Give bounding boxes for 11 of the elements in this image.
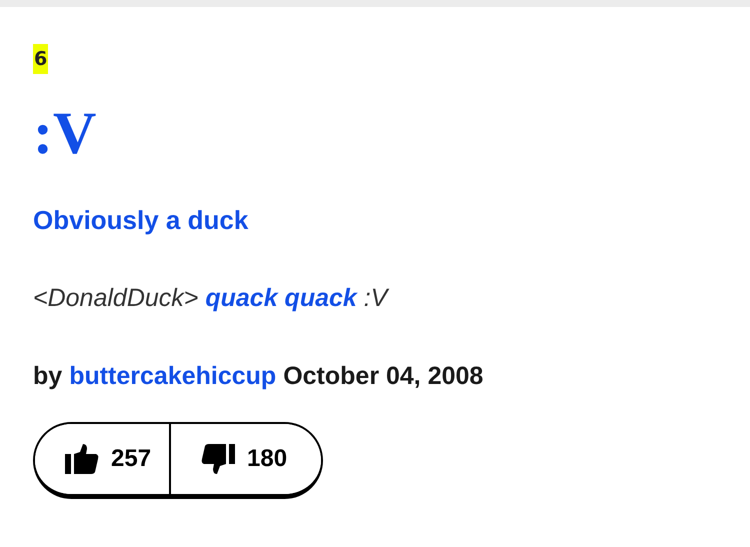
thumbs-down-icon <box>201 444 236 474</box>
rank-badge: 6 <box>33 44 48 74</box>
upvote-button[interactable]: 257 <box>35 424 172 494</box>
author-link[interactable]: buttercakehiccup <box>69 360 276 392</box>
example-text: <DonaldDuck> quack quack :V <box>33 283 388 314</box>
word-title[interactable]: :V <box>33 96 96 170</box>
example-link[interactable]: quack quack <box>205 284 357 312</box>
thumbs-up-icon <box>65 444 99 474</box>
definition-text: Obviously a duck <box>33 204 248 236</box>
by-label: by <box>33 361 62 392</box>
date-text: October 04, 2008 <box>283 361 484 392</box>
